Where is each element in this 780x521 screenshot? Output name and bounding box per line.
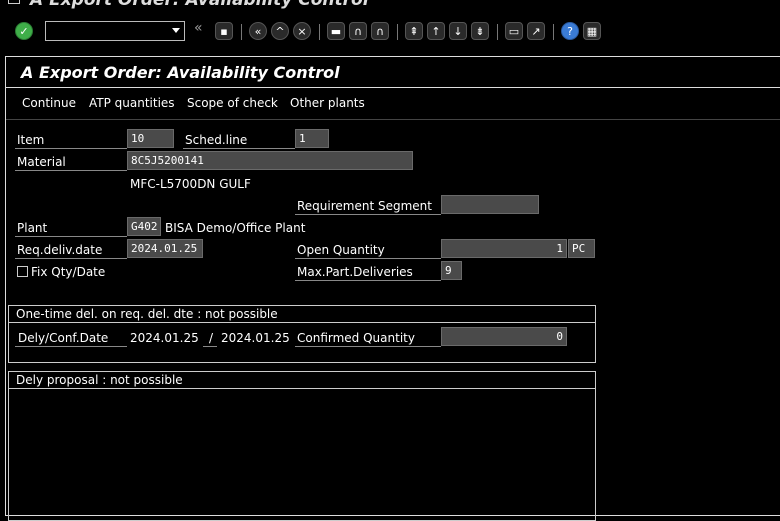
label-underline [15,346,127,347]
label-underline [15,258,127,259]
label-underline [183,148,295,149]
label-underline [15,236,127,237]
next-page-icon[interactable]: ↓ [449,22,467,40]
generate-shortcut-icon[interactable]: ↗ [527,22,545,40]
cancel-icon[interactable]: × [293,22,311,40]
label-underline [295,214,441,215]
plant-label: Plant [17,221,48,235]
item-label: Item [17,133,45,147]
page-title: A Export Order: Availability Control [21,63,340,82]
back-icon[interactable]: « [249,22,267,40]
standard-toolbar: ✓ « ▪ « ^ × ▬ ∩ ∩ ⇞ ↑ ↓ ⇟ ▭ ↗ ? ▦ [0,18,780,46]
toolbar-divider [241,24,242,40]
open-quantity-field[interactable]: 1 [441,239,567,258]
toolbar-divider [319,24,320,40]
find-icon[interactable]: ∩ [349,22,367,40]
confirmed-quantity-label: Confirmed Quantity [297,331,415,345]
last-page-icon[interactable]: ⇟ [471,22,489,40]
sched-line-field[interactable]: 1 [295,129,329,148]
previous-page-icon[interactable]: ↑ [427,22,445,40]
window-title: A Export Order: Availability Control [30,0,369,10]
label-underline [15,148,127,149]
print-icon[interactable]: ▬ [327,22,345,40]
dely-date-value: 2024.01.25 [130,331,199,345]
plant-field[interactable]: G402 [127,217,161,236]
window-title-bar: A Export Order: Availability Control [0,0,780,10]
one-time-delivery-title: One-time del. on req. del. dte : not pos… [16,307,278,321]
save-icon[interactable]: ▪ [215,22,233,40]
other-plants-button[interactable]: Other plants [290,96,365,110]
toolbar-divider [553,24,554,40]
delivery-proposal-title: Dely proposal : not possible [16,373,183,387]
label-underline [295,280,441,281]
chevron-down-icon[interactable] [172,28,180,33]
command-field[interactable] [45,21,185,41]
scope-of-check-button[interactable]: Scope of check [187,96,278,110]
fix-qty-date-checkbox[interactable] [17,266,28,277]
screen-header: A Export Order: Availability Control [6,57,780,88]
requirement-segment-label: Requirement Segment [297,199,432,213]
toolbar-divider [6,119,780,120]
find-next-icon[interactable]: ∩ [371,22,389,40]
material-description: MFC-L5700DN GULF [130,177,251,191]
toolbar-divider [397,24,398,40]
customize-layout-icon[interactable]: ▦ [583,22,601,40]
requirement-segment-field[interactable] [441,195,539,214]
group-header: One-time del. on req. del. dte : not pos… [9,306,595,323]
req-deliv-date-field[interactable]: 2024.01.25 [127,239,203,258]
label-underline [203,346,217,347]
label-underline [295,346,441,347]
exit-icon[interactable]: ^ [271,22,289,40]
toolbar-divider [497,24,498,40]
label-underline [15,170,127,171]
dely-conf-date-label: Dely/Conf.Date [18,331,109,345]
date-separator: / [209,331,214,345]
enter-icon[interactable]: ✓ [15,22,33,40]
fix-qty-date-label: Fix Qty/Date [31,265,106,279]
open-quantity-label: Open Quantity [297,243,385,257]
continue-button[interactable]: Continue [22,96,76,110]
first-page-icon[interactable]: ⇞ [405,22,423,40]
help-icon[interactable]: ? [561,22,579,40]
group-header: Dely proposal : not possible [9,372,595,389]
atp-quantities-button[interactable]: ATP quantities [89,96,175,110]
label-underline [295,258,441,259]
sched-line-label: Sched.line [185,133,248,147]
confirmed-quantity-field[interactable]: 0 [441,327,567,346]
window-menu-icon[interactable] [8,0,20,4]
create-session-icon[interactable]: ▭ [505,22,523,40]
material-label: Material [17,155,66,169]
material-field[interactable]: 8C5J5200141 [127,151,413,170]
conf-date-value: 2024.01.25 [221,331,290,345]
max-part-deliveries-label: Max.Part.Deliveries [297,265,413,279]
item-field[interactable]: 10 [127,129,174,148]
collapse-command-icon[interactable]: « [194,20,203,36]
plant-description: BISA Demo/Office Plant [165,221,306,235]
max-part-deliveries-field[interactable]: 9 [441,261,462,280]
req-deliv-date-label: Req.deliv.date [17,243,103,257]
delivery-proposal-group: Dely proposal : not possible [8,371,596,521]
open-quantity-unit[interactable]: PC [568,239,595,258]
